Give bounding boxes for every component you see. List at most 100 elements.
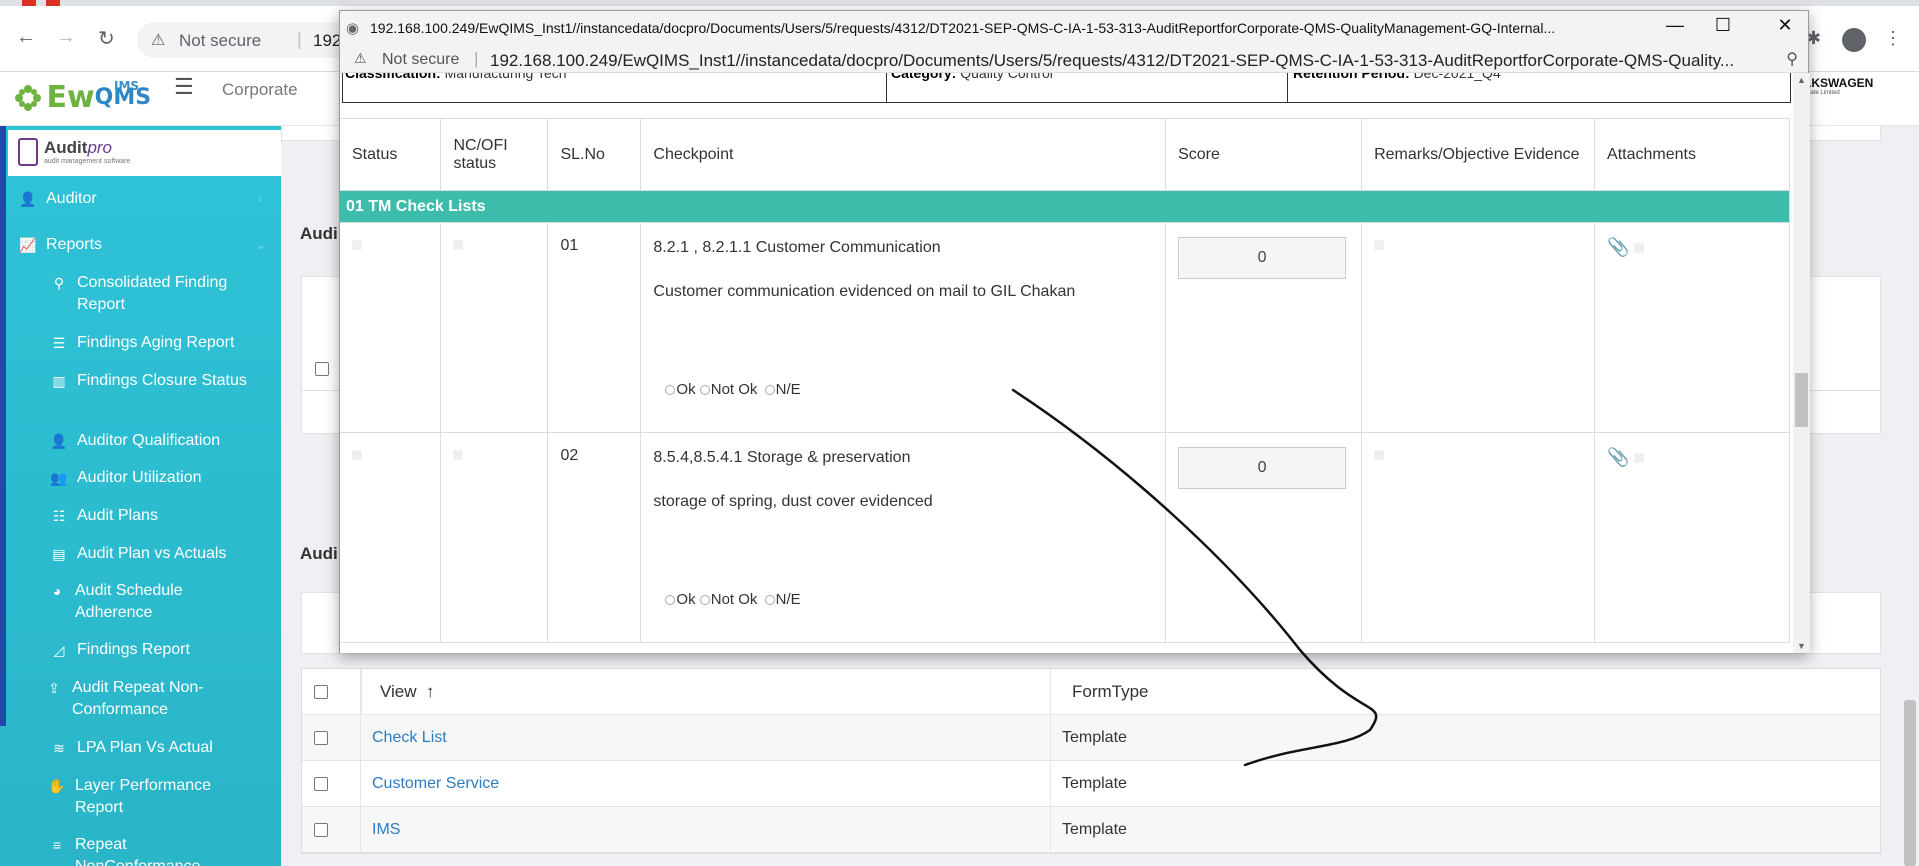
radio-ok[interactable] [665, 385, 676, 395]
checklist-row: 01 8.2.1 , 8.2.1.1 Customer Communicatio… [340, 222, 1790, 433]
view-link[interactable]: Customer Service [372, 761, 499, 806]
back-arrow-icon[interactable]: ← [16, 26, 36, 49]
sidebar-item-findings-closure-status[interactable]: ▥ Findings Closure Status [52, 370, 247, 392]
column-header-view[interactable]: View ↑ [380, 669, 435, 714]
table-row[interactable]: Check List Template [302, 715, 1880, 761]
sidebar-item-findings-report[interactable]: ◿ Findings Report [54, 639, 190, 661]
sidebar-item-lpa-plan-vs-actual[interactable]: ≋ LPA Plan Vs Actual [53, 737, 213, 759]
minimize-icon[interactable]: — [1660, 15, 1690, 36]
column-header-formtype[interactable]: FormType [1072, 669, 1149, 714]
list-check-icon: ☷ [52, 508, 66, 524]
slno-cell: 01 [547, 222, 642, 433]
paperclip-icon[interactable]: 📎 [1607, 447, 1629, 467]
row-checkbox[interactable] [314, 822, 328, 837]
column-divider [360, 669, 362, 714]
sidebar-item-findings-aging-report[interactable]: ☰ Findings Aging Report [53, 332, 235, 354]
profile-avatar[interactable] [1842, 28, 1866, 52]
score-input[interactable]: 0 [1178, 447, 1347, 489]
table-row[interactable]: IMS Template [302, 807, 1880, 853]
radio-not-ok[interactable] [699, 595, 710, 605]
security-label: Not secure [382, 51, 460, 68]
separator: | [474, 49, 479, 68]
scroll-down-arrow-icon[interactable]: ▼ [1797, 641, 1806, 651]
column-divider [360, 761, 361, 806]
divider [1287, 73, 1288, 103]
sidebar-item-audit-plan-vs-actuals[interactable]: ▤ Audit Plan vs Actuals [52, 543, 226, 565]
row-checkbox[interactable] [314, 730, 328, 745]
select-all-cell [314, 669, 328, 714]
chart-line-icon: 📈 [19, 237, 37, 253]
header-ncofi-status: NC/OFI status [440, 118, 549, 191]
zoom-icon[interactable]: ⚲ [1786, 49, 1798, 69]
sidebar-item-auditor[interactable]: 👤 Auditor [19, 188, 96, 210]
logo-text: Ew [46, 80, 95, 115]
score-input[interactable]: 0 [1178, 237, 1347, 279]
row-checkbox[interactable] [315, 362, 329, 376]
report-popup-window: ◉ 192.168.100.249/EwQIMS_Inst1//instance… [339, 10, 1810, 653]
scroll-up-arrow-icon[interactable]: ▲ [1797, 75, 1806, 85]
header-remarks: Remarks/Objective Evidence [1361, 118, 1596, 191]
sidebar-item-audit-plans[interactable]: ☷ Audit Plans [53, 505, 158, 527]
radio-ne[interactable] [764, 385, 775, 395]
menu-dots-icon[interactable]: ⋮ [1884, 28, 1902, 49]
page-scrollbar[interactable] [1904, 700, 1916, 866]
scroll-thumb[interactable] [1795, 373, 1808, 427]
reload-icon[interactable]: ↻ [98, 26, 115, 51]
column-divider [360, 807, 361, 852]
sidebar-accent-edge [0, 126, 6, 726]
row-select-cell [314, 761, 328, 806]
header-score: Score [1165, 118, 1363, 191]
radio-not-ok[interactable] [699, 385, 710, 395]
checkpoint-cell: 8.5.4,8.5.4.1 Storage & preservation sto… [640, 432, 1167, 643]
column-divider [360, 715, 361, 760]
sidebar-item-reports[interactable]: 📈 Reports [19, 234, 102, 256]
area-chart-icon: ◿ [53, 642, 65, 658]
partner-logo-text: LKSWAGEN [1804, 76, 1874, 90]
radio-ne[interactable] [764, 595, 775, 605]
score-cell: 0 [1165, 432, 1363, 643]
score-cell: 0 [1165, 222, 1363, 433]
header-slno: SL.No [547, 118, 642, 191]
close-icon[interactable]: ✕ [1770, 15, 1800, 36]
sort-up-arrow-icon[interactable]: ↑ [426, 682, 435, 702]
sidebar-item-audit-repeat-non-conformance[interactable]: ⇪ Audit Repeat Non-Conformance [48, 677, 242, 721]
warning-icon: ⚠ [354, 50, 367, 66]
attachments-cell: 📎 [1594, 222, 1790, 433]
app-logo: EwQMS IMS [14, 80, 151, 115]
bar-chart-icon: ▥ [52, 373, 66, 389]
select-all-checkbox[interactable] [314, 684, 328, 699]
brand-subtitle: audit management software [44, 158, 131, 165]
rating-radio-group: Ok Not Ok N/E [665, 381, 1153, 398]
status-indicator [352, 240, 362, 250]
brand-title: Auditpro [44, 138, 113, 157]
chevron-right-icon: › [258, 192, 262, 206]
sidebar-item-audit-schedule-adherence[interactable]: ◕ Audit Schedule Adherence [53, 580, 245, 624]
partner-logo-subtext: rivate Limited [1804, 90, 1840, 96]
header-attachments: Attachments [1594, 118, 1790, 191]
popup-address-bar[interactable]: ⚠ Not secure | 192.168.100.249/EwQIMS_In… [340, 45, 1808, 73]
radio-ok[interactable] [665, 595, 676, 605]
category-field: Category: Quality Control [891, 73, 1053, 81]
view-link[interactable]: Check List [372, 715, 447, 760]
popup-url[interactable]: 192.168.100.249/EwQIMS_Inst1//instanceda… [490, 51, 1734, 71]
sidebar-item-auditor-utilization[interactable]: 👥 Auditor Utilization [50, 467, 201, 489]
table-row[interactable]: Customer Service Template [302, 761, 1880, 807]
sitemap-icon: ⚲ [53, 275, 65, 291]
sidebar-item-auditor-qualification[interactable]: 👤 Auditor Qualification [50, 430, 220, 452]
sidebar-item-consolidated-finding-report[interactable]: ⚲ Consolidated Finding Report [54, 272, 267, 316]
sidebar-item-repeat-nonconformance[interactable]: ≡Repeat NonConformance [53, 834, 235, 866]
radio-ok-label: Ok [676, 591, 696, 608]
radio-ne-label: N/E [775, 591, 801, 608]
radio-not-ok-label: Not Ok [710, 381, 758, 398]
paperclip-icon[interactable]: 📎 [1607, 237, 1629, 257]
hamburger-menu-icon[interactable]: ☰ [174, 74, 194, 100]
retention-field: Retention Period: Dec-2021_Q4 [1293, 73, 1501, 81]
row-checkbox[interactable] [314, 776, 328, 791]
forward-arrow-icon[interactable]: → [56, 26, 76, 49]
divider [886, 73, 887, 103]
view-link[interactable]: IMS [372, 807, 400, 852]
popup-scrollbar[interactable]: ▲ ▼ [1793, 73, 1810, 653]
sidebar-item-layer-performance-report[interactable]: ✋ Layer Performance Report [48, 775, 245, 819]
upload-icon: ⇪ [48, 680, 60, 696]
maximize-icon[interactable]: ☐ [1708, 15, 1738, 36]
